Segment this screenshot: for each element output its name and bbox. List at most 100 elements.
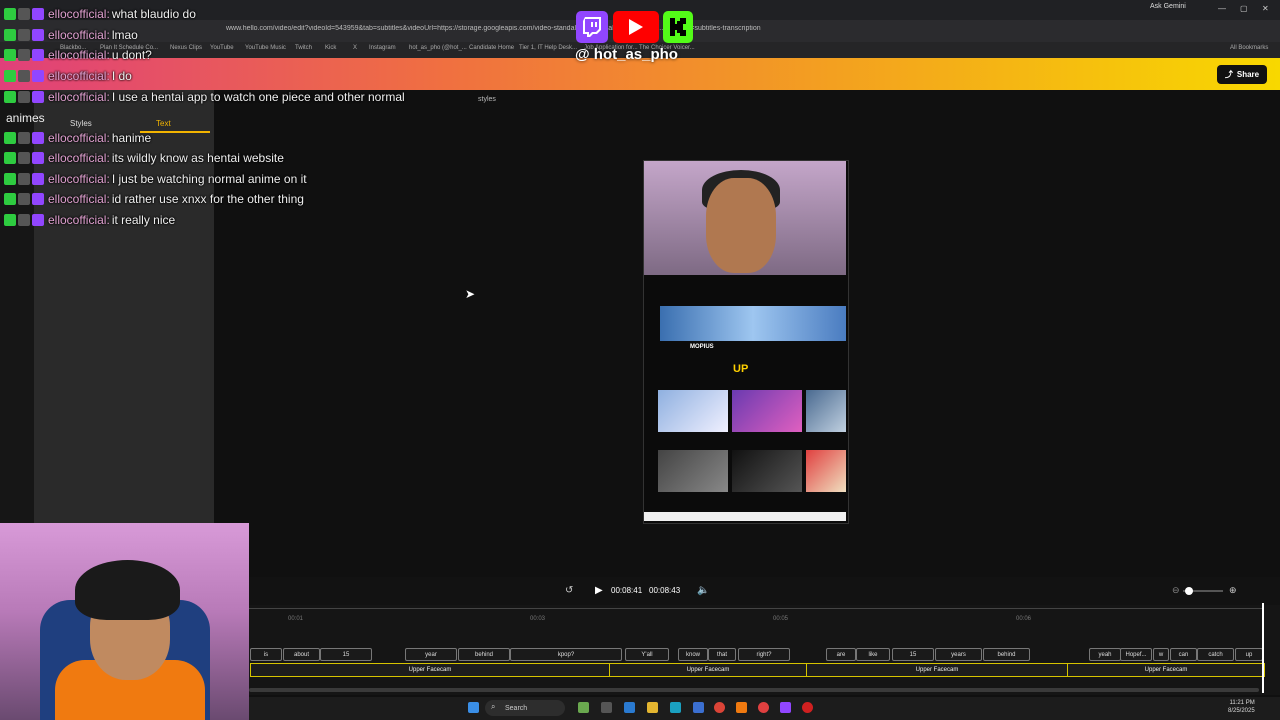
brave-icon[interactable] [736,702,747,713]
current-time: 00:08:41 [611,586,643,595]
app-icon[interactable] [758,702,769,713]
chat-username: ellocofficial: [48,131,110,145]
bookmark-item[interactable]: Instagram [369,45,396,51]
transcript-word[interactable]: yeah [1089,648,1121,661]
chat-line: ellocofficial: id rather use xnxx for the… [4,189,304,209]
chat-message: I just be watching normal anime on it [111,172,307,186]
bookmark-item[interactable]: Twitch [295,45,312,51]
twitch-badge-icon [32,132,44,144]
maximize-icon[interactable]: ▢ [1240,4,1248,13]
taskbar-clock[interactable]: 11:21 PM 8/25/2025 [1228,699,1255,715]
facecam-clip[interactable]: Upper Facecam [1067,663,1265,677]
zoom-out-icon[interactable]: ⊖ [1172,585,1180,596]
timeline-ruler [249,608,1264,609]
facecam-clip[interactable]: Upper Facecam [806,663,1068,677]
transcript-word[interactable]: w [1153,648,1169,661]
windows-start-icon[interactable] [468,702,479,713]
chat-username: ellocofficial: [48,192,110,206]
edit-badge-icon [4,214,16,226]
user-badge-icon [18,91,30,103]
twitch-badge-icon [32,49,44,61]
preview-face [706,178,776,273]
zoom-slider-knob[interactable] [1185,587,1193,595]
transcript-word[interactable]: year [405,648,457,661]
app-icon[interactable] [780,702,791,713]
play-icon[interactable]: ▶ [595,585,603,596]
transcript-word[interactable]: 15 [892,648,934,661]
chat-message: I do [111,69,132,83]
task-view-icon[interactable] [601,702,612,713]
user-badge-icon [18,70,30,82]
chat-message: u dont? [111,48,152,62]
taskbar-search[interactable]: Search [485,700,565,716]
transcript-word[interactable]: behind [983,648,1030,661]
bookmark-item[interactable]: X [353,45,357,51]
volume-icon[interactable]: 🔈 [697,585,709,596]
file-explorer-icon[interactable] [647,702,658,713]
transcript-word[interactable]: 15 [320,648,372,661]
chat-message: id rather use xnxx for the other thing [111,192,304,206]
bookmark-item[interactable]: Candidate Home [469,45,514,51]
transcript-word[interactable]: like [856,648,890,661]
chat-line: ellocofficial: u dont? [4,45,152,65]
app-icon[interactable] [578,702,589,713]
chrome-icon[interactable] [714,702,725,713]
bookmark-item[interactable]: YouTube [210,45,234,51]
timeline-scrollbar[interactable] [249,688,1259,692]
bookmark-item[interactable]: Nexus Clips [170,45,202,51]
transcript-word[interactable]: Y'all [625,648,669,661]
share-button[interactable]: ⤴ Share [1217,65,1267,84]
transcript-word[interactable]: know [678,648,708,661]
tab-text[interactable]: Text [156,119,171,128]
user-badge-icon [18,29,30,41]
preview-thumbnail [732,450,802,492]
bookmark-item[interactable]: Kick [325,45,336,51]
transcript-word[interactable]: can [1170,648,1197,661]
ask-gemini-button[interactable]: Ask Gemini [1150,3,1186,10]
mouse-cursor-icon: ➤ [465,287,476,301]
edge-icon[interactable] [670,702,681,713]
facecam-clip[interactable]: Upper Facecam [609,663,807,677]
close-icon[interactable]: ✕ [1262,4,1269,13]
minimize-icon[interactable]: — [1218,4,1226,13]
bookmark-item[interactable]: Tier 1, IT Help Desk... [519,45,577,51]
transcript-word[interactable]: right? [738,648,790,661]
app-icon[interactable] [693,702,704,713]
transcript-word[interactable]: behind [458,648,510,661]
transcript-word[interactable]: up [1235,648,1263,661]
bookmark-item[interactable]: hot_as_pho (@hot_... [409,45,467,51]
rewind-icon[interactable]: ↺ [565,585,573,596]
playhead[interactable] [1262,603,1264,693]
tab-styles[interactable]: Styles [70,119,92,128]
app-icon[interactable] [624,702,635,713]
transcript-word[interactable]: are [826,648,856,661]
edit-badge-icon [4,173,16,185]
streamer-handle: @ hot_as_pho [575,46,678,63]
chat-line: ellocofficial: I use a hentai app to watc… [4,87,405,107]
twitch-badge-icon [32,193,44,205]
facecam-clip[interactable]: Upper Facecam [250,663,610,677]
transcript-word[interactable]: kpop? [510,648,622,661]
record-icon[interactable] [802,702,813,713]
transcript-word[interactable]: Hopef... [1120,648,1152,661]
transcript-word[interactable]: that [708,648,736,661]
chat-message: it really nice [111,213,176,227]
total-time: 00:08:43 [649,586,681,595]
chat-username: ellocofficial: [48,48,110,62]
chat-message-continuation: animes [6,111,45,125]
bookmark-item[interactable]: All Bookmarks [1230,45,1268,51]
transcript-word[interactable]: years [935,648,982,661]
transcript-word[interactable]: catch [1197,648,1234,661]
transcript-word[interactable]: is [250,648,282,661]
chat-username: ellocofficial: [48,172,110,186]
user-badge-icon [18,152,30,164]
styles-label[interactable]: styles [478,96,496,103]
timeline-tick-label: 00:03 [530,616,546,622]
bookmark-item[interactable]: YouTube Music [245,45,286,51]
search-icon: ⌕ [491,702,496,711]
chat-username: ellocofficial: [48,69,110,83]
taskbar-search-label: Search [505,704,528,712]
share-icon: ⤴ [1224,70,1233,79]
transcript-word[interactable]: about [283,648,320,661]
zoom-in-icon[interactable]: ⊕ [1229,585,1237,596]
